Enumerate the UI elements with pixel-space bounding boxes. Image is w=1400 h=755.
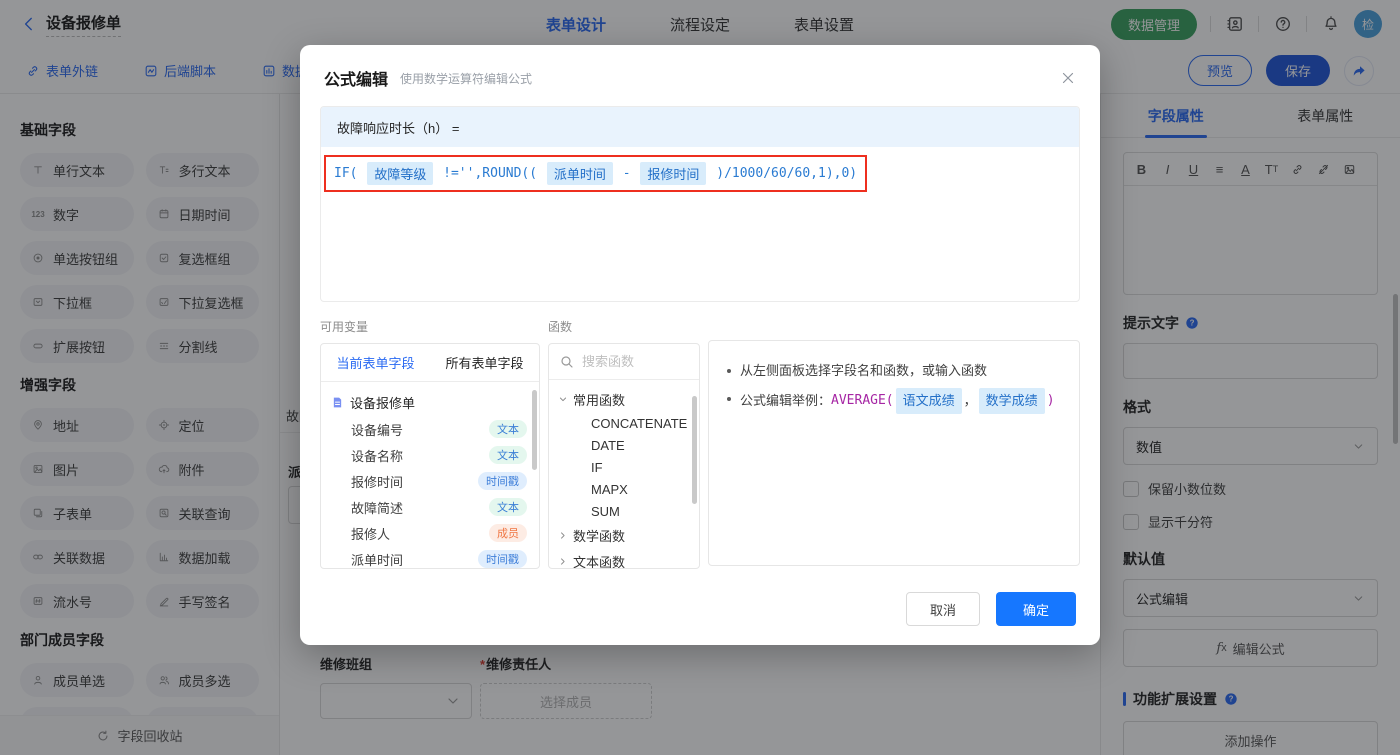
- caret-right-icon: [557, 529, 569, 542]
- variable-row[interactable]: 故障简述 文本: [321, 494, 539, 520]
- variable-row[interactable]: 设备名称 文本: [321, 442, 539, 468]
- modal-title: 公式编辑: [324, 72, 389, 89]
- modal-panels: 可用变量 当前表单字段 所有表单字段 设备报修单 设备编号 文本 设备名称 文本…: [320, 318, 1080, 569]
- function-node[interactable]: 文本函数: [549, 548, 699, 568]
- functions-scrollbar[interactable]: [692, 396, 697, 504]
- variables-tab[interactable]: 当前表单字段: [321, 344, 430, 381]
- function-node[interactable]: 常用函数: [549, 386, 699, 412]
- variables-tab[interactable]: 所有表单字段: [430, 344, 539, 381]
- modal-footer: 取消 确定: [906, 592, 1076, 626]
- variables-label: 可用变量: [320, 320, 369, 334]
- formula-segment: IF(: [334, 166, 366, 181]
- variables-scrollbar[interactable]: [532, 390, 537, 470]
- formula-input-area[interactable]: IF( 故障等级 !='',ROUND(( 派单时间 - 报修时间 )/1000…: [321, 147, 1079, 200]
- tips-column: 从左侧面板选择字段名和函数，或输入函数 公式编辑举例： AVERAGE(语文成绩，…: [708, 318, 1080, 569]
- functions-column: 函数 常用函数: [548, 318, 700, 569]
- tip-line-1: 从左侧面板选择字段名和函数，或输入函数: [727, 360, 1061, 382]
- formula-segment: 派单时间: [546, 162, 613, 185]
- bullet: [727, 369, 731, 373]
- functions-label: 函数: [548, 320, 573, 334]
- formula-segment: -: [614, 166, 639, 181]
- type-badge: 文本: [489, 446, 527, 464]
- modal-subtitle: 使用数学运算符编辑公式: [400, 71, 533, 86]
- tip-segment: 数学成绩: [978, 388, 1045, 414]
- tips-panel: 从左侧面板选择字段名和函数，或输入函数 公式编辑举例： AVERAGE(语文成绩，…: [708, 340, 1080, 566]
- functions-panel: 常用函数 CONCATENATE DATE: [548, 343, 700, 569]
- tip-line-2: 公式编辑举例： AVERAGE(语文成绩，数学成绩): [727, 388, 1061, 414]
- variable-rows: 设备编号 文本 设备名称 文本 报修时间 时间戳 故障简述 文本 报修人 成员 …: [321, 416, 539, 568]
- caret-right-icon: [557, 555, 569, 568]
- formula-box: 故障响应时长（h） = IF( 故障等级 !='',ROUND(( 派单时间 -…: [320, 106, 1080, 302]
- variable-row[interactable]: 派单时间 时间戳: [321, 546, 539, 568]
- tip-segment: ): [1046, 393, 1055, 408]
- function-search: [549, 344, 699, 380]
- type-badge: 时间戳: [478, 472, 527, 490]
- tip-segment: 公式编辑举例：: [740, 393, 832, 408]
- variable-row[interactable]: 报修人 成员: [321, 520, 539, 546]
- doc-icon: [331, 396, 344, 409]
- type-badge: 文本: [489, 420, 527, 438]
- formula-segment: !='',ROUND((: [435, 166, 545, 181]
- formula-segment: 故障等级: [367, 162, 434, 185]
- close-icon[interactable]: [1060, 70, 1076, 86]
- type-badge: 时间戳: [478, 550, 527, 568]
- formula-highlight: IF( 故障等级 !='',ROUND(( 派单时间 - 报修时间 )/1000…: [324, 155, 868, 192]
- confirm-button[interactable]: 确定: [996, 592, 1076, 626]
- tips-spacer: [708, 318, 1080, 332]
- modal-header: 公式编辑 使用数学运算符编辑公式: [300, 45, 1100, 90]
- tip-segment: ，: [963, 393, 977, 408]
- tip-segment: 语文成绩: [895, 388, 962, 414]
- tip-example: 公式编辑举例： AVERAGE(语文成绩，数学成绩): [740, 388, 1055, 414]
- formula-target: 故障响应时长（h） =: [321, 107, 1079, 147]
- tip-segment: AVERAGE(: [831, 393, 894, 408]
- variable-row[interactable]: 设备编号 文本: [321, 416, 539, 442]
- function-search-input[interactable]: [582, 354, 689, 369]
- bullet: [727, 397, 731, 401]
- caret-down-icon: [557, 393, 569, 406]
- cancel-button[interactable]: 取消: [906, 592, 980, 626]
- formula-segment: 报修时间: [640, 162, 707, 185]
- type-badge: 文本: [489, 498, 527, 516]
- type-badge: 成员: [489, 524, 527, 542]
- function-tree: 常用函数 CONCATENATE DATE IF MAPX SUM 数学函数 文…: [549, 380, 699, 568]
- function-node[interactable]: SUM: [549, 500, 699, 522]
- function-node[interactable]: CONCATENATE: [549, 412, 699, 434]
- variables-list: 设备报修单 设备编号 文本 设备名称 文本 报修时间 时间戳 故障简述 文本 报…: [321, 382, 539, 568]
- app-root: 设备报修单 表单设计 流程设定 表单设置 数据管理 检 表单外链 后端脚本 预览…: [0, 0, 1400, 755]
- function-node[interactable]: DATE: [549, 434, 699, 456]
- function-node[interactable]: MAPX: [549, 478, 699, 500]
- variables-panel: 当前表单字段 所有表单字段 设备报修单 设备编号 文本 设备名称 文本 报修时间…: [320, 343, 540, 569]
- variables-tabs: 当前表单字段 所有表单字段: [321, 344, 539, 382]
- formula-segment: )/1000/60/60,1),0): [708, 166, 858, 181]
- variables-column: 可用变量 当前表单字段 所有表单字段 设备报修单 设备编号 文本 设备名称 文本…: [320, 318, 540, 569]
- form-root-node[interactable]: 设备报修单: [321, 389, 539, 416]
- function-node[interactable]: 数学函数: [549, 522, 699, 548]
- formula-editor-modal: 公式编辑 使用数学运算符编辑公式 故障响应时长（h） = IF( 故障等级 !=…: [300, 45, 1100, 645]
- search-icon: [559, 354, 575, 370]
- function-node[interactable]: IF: [549, 456, 699, 478]
- variable-row[interactable]: 报修时间 时间戳: [321, 468, 539, 494]
